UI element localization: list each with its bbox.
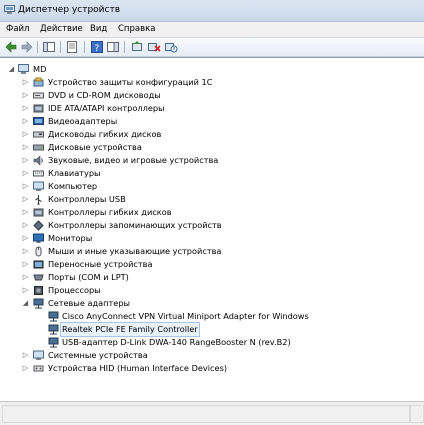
tree-category-disk-drives[interactable]: ▷ Дисковые устройства xyxy=(0,141,420,154)
title-bar: Диспетчер устройств xyxy=(0,0,424,22)
tree-category-mice[interactable]: ▷ Мыши и иные указывающие устройства xyxy=(0,245,420,258)
tree-category-video[interactable]: ▷ Видеоадаптеры xyxy=(0,115,420,128)
menu-help[interactable]: Справка xyxy=(118,24,155,34)
keyboard-icon xyxy=(33,170,44,177)
monitor-icon xyxy=(33,233,44,243)
menu-action[interactable]: Действие xyxy=(40,24,83,34)
disk-drive-icon xyxy=(33,144,44,151)
tree-category-ide[interactable]: ▷ IDE ATA/ATAPI контроллеры xyxy=(0,102,420,115)
menu-bar: Файл Действие Вид Справка xyxy=(0,22,424,38)
uninstall-icon[interactable] xyxy=(147,40,161,54)
speaker-icon xyxy=(33,155,43,166)
status-pane xyxy=(2,405,410,423)
security-device-icon xyxy=(33,77,44,87)
tree-category-hid[interactable]: ▷ Устройства HID (Human Interface Device… xyxy=(0,362,420,375)
expand-icon[interactable]: ▷ xyxy=(22,287,29,294)
expand-icon[interactable]: ▷ xyxy=(22,235,29,242)
floppy-controller-icon xyxy=(33,208,44,217)
usb-icon xyxy=(35,195,42,205)
tree-category-sound[interactable]: ▷ Звуковые, видео и игровые устройства xyxy=(0,154,420,167)
scan-hardware-icon[interactable] xyxy=(130,40,144,54)
expand-icon[interactable]: ▷ xyxy=(22,157,29,164)
network-adapter-icon xyxy=(48,324,59,335)
status-pane-right xyxy=(410,405,424,423)
expand-icon[interactable]: ▷ xyxy=(22,131,29,138)
network-adapter-icon xyxy=(48,311,59,322)
tree-category-usb[interactable]: ▷ Контроллеры USB xyxy=(0,193,420,206)
tree-category-keyboards[interactable]: ▷ Клавиатуры xyxy=(0,167,420,180)
tree-category-ports[interactable]: ▷ Порты (COM и LPT) xyxy=(0,271,420,284)
properties-icon[interactable] xyxy=(65,40,79,54)
svg-text:?: ? xyxy=(95,44,100,54)
collapse-icon[interactable]: ◢ xyxy=(8,66,15,73)
expand-icon[interactable]: ▷ xyxy=(22,352,29,359)
tree-category-storage-controllers[interactable]: ▷ Контроллеры запоминающих устройств xyxy=(0,219,420,232)
menu-view[interactable]: Вид xyxy=(90,24,107,34)
tree-device-realtek[interactable]: Realtek PCIe FE Family Controller xyxy=(0,322,420,337)
expand-icon[interactable]: ▷ xyxy=(22,248,29,255)
collapse-icon[interactable]: ◢ xyxy=(22,300,29,307)
tree-category-computer[interactable]: ▷ Компьютер xyxy=(0,180,420,193)
tree-category-monitors[interactable]: ▷ Мониторы xyxy=(0,232,420,245)
hid-icon xyxy=(33,365,44,372)
mouse-icon xyxy=(35,246,42,257)
back-arrow-icon[interactable] xyxy=(4,40,18,54)
expand-icon[interactable]: ▷ xyxy=(22,365,29,372)
expand-icon[interactable]: ▷ xyxy=(22,261,29,268)
expand-icon[interactable]: ▷ xyxy=(22,274,29,281)
menu-file[interactable]: Файл xyxy=(6,24,29,34)
expand-icon[interactable]: ▷ xyxy=(22,209,29,216)
tree-category-system[interactable]: ▷ Системные устройства xyxy=(0,349,420,362)
window-title: Диспетчер устройств xyxy=(18,5,121,15)
system-devices-icon xyxy=(33,350,44,360)
tree-category-processors[interactable]: ▷ Процессоры xyxy=(0,284,420,297)
tree-device-dlink[interactable]: USB-адаптер D-Link DWA-140 RangeBooster … xyxy=(0,336,420,349)
processor-icon xyxy=(34,286,43,295)
tree-category-dvd[interactable]: ▷ DVD и CD-ROM дисководы xyxy=(0,89,420,102)
expand-icon[interactable]: ▷ xyxy=(22,105,29,112)
tree-category-floppy-controllers[interactable]: ▷ Контроллеры гибких дисков xyxy=(0,206,420,219)
expand-icon[interactable]: ▷ xyxy=(22,118,29,125)
console-tree-icon[interactable] xyxy=(42,40,56,54)
expand-icon[interactable]: ▷ xyxy=(22,144,29,151)
expand-icon[interactable]: ▷ xyxy=(22,92,29,99)
forward-arrow-icon[interactable] xyxy=(20,40,34,54)
tree-category-1c-protection[interactable]: ▷ Устройство защиты конфигураций 1С xyxy=(0,76,420,89)
tree-root[interactable]: ◢ MD xyxy=(0,63,300,76)
display-adapter-icon xyxy=(33,117,44,125)
network-adapter-icon xyxy=(48,337,59,348)
expand-icon[interactable]: ▷ xyxy=(22,170,29,177)
status-bar xyxy=(0,401,424,425)
device-manager-icon xyxy=(4,5,15,14)
tree-category-portable[interactable]: ▷ Переносные устройства xyxy=(0,258,420,271)
toolbar: ? xyxy=(0,38,424,57)
network-adapter-icon xyxy=(33,298,44,309)
dvd-drive-icon xyxy=(33,92,44,99)
computer-icon xyxy=(33,181,44,191)
tree-category-floppy-drives[interactable]: ▷ Дисководы гибких дисков xyxy=(0,128,420,141)
computer-icon xyxy=(18,64,29,74)
floppy-drive-icon xyxy=(33,131,44,138)
expand-icon[interactable]: ▷ xyxy=(22,196,29,203)
portable-device-icon xyxy=(33,260,44,269)
ide-controller-icon xyxy=(33,104,44,113)
device-tree: ◢ MD ▷ Устройство защиты конфигураций 1С… xyxy=(0,57,424,402)
tree-category-network-adapters[interactable]: ◢ Сетевые адаптеры xyxy=(0,297,420,310)
disable-device-icon[interactable] xyxy=(164,40,178,54)
tree-device-cisco-vpn[interactable]: Cisco AnyConnect VPN Virtual Miniport Ad… xyxy=(0,310,420,323)
expand-icon[interactable]: ▷ xyxy=(22,222,29,229)
expand-icon[interactable]: ▷ xyxy=(22,183,29,190)
action-pane-icon[interactable] xyxy=(106,40,120,54)
help-icon[interactable]: ? xyxy=(90,40,104,54)
expand-icon[interactable]: ▷ xyxy=(22,79,29,86)
port-icon xyxy=(33,274,44,281)
storage-controller-icon xyxy=(33,220,44,231)
